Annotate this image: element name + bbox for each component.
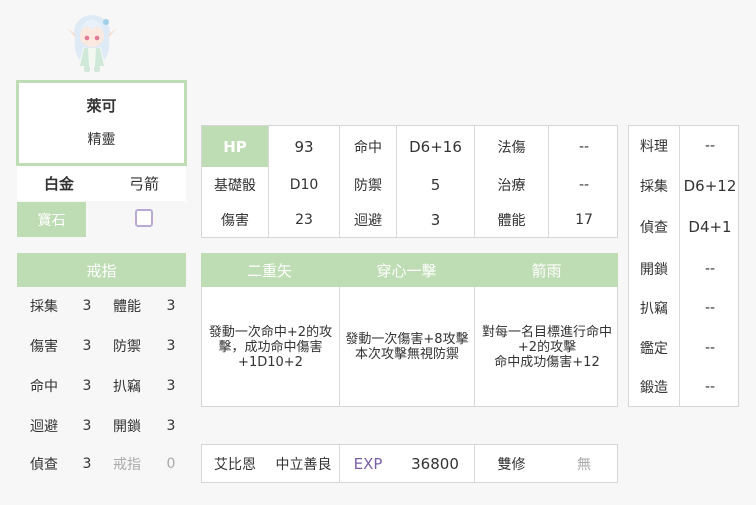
chibi-elf-avatar-icon: [67, 15, 117, 72]
stat-label: 命中: [354, 139, 382, 156]
ring-stat-label: 防禦: [113, 339, 141, 355]
skill-name[interactable]: 穿心一擊: [339, 253, 474, 287]
ring-stat-label: 開鎖: [113, 419, 141, 435]
ring-stat-value: 3: [82, 338, 92, 354]
dual-value: 無: [577, 456, 591, 473]
stat-value: D6+16: [409, 137, 462, 156]
character-rank: 白金: [43, 175, 74, 193]
stat-value: 17: [575, 212, 593, 228]
side-skill-value: --: [704, 138, 716, 154]
alignment: 中立善良: [275, 456, 332, 473]
side-skill-value: D4+1: [688, 218, 732, 236]
side-skill-label: 扒竊: [640, 301, 668, 317]
ring-stat-label: 戒指: [113, 457, 141, 473]
character-avatar: [62, 10, 122, 76]
name-card: 萊可 精靈: [16, 80, 187, 166]
ring-stat-value: 3: [82, 298, 92, 314]
side-skill-label: 鍛造: [640, 380, 668, 396]
character-weapon: 弓箭: [128, 175, 159, 193]
stat-value: --: [578, 177, 590, 193]
stat-label: 體能: [497, 213, 526, 229]
side-skill-value: --: [704, 261, 716, 277]
ring-stat-label: 扒竊: [113, 379, 141, 395]
ring-stats: 採集 3 體能 3 傷害 3 防禦 3 命中 3 扒竊 3 迴避 3 開鎖 3 …: [17, 287, 186, 487]
side-skill-value: --: [704, 300, 716, 316]
stat-label: 迴避: [354, 213, 382, 229]
skills-header: 二重矢 穿心一擊 箭雨: [201, 253, 618, 287]
side-skill-label: 採集: [640, 179, 668, 195]
ring-stat-label: 採集: [30, 299, 58, 315]
character-race: 精靈: [87, 132, 116, 148]
skill-description: 發動一次傷害+8攻擊 本次攻擊無視防禦: [345, 332, 469, 362]
side-skill-value: --: [704, 340, 716, 356]
ring-stat-value: 3: [166, 418, 176, 434]
ring-header: 戒指: [17, 253, 186, 287]
side-skill-label: 鑑定: [640, 341, 668, 357]
deity: 艾比恩: [214, 456, 256, 473]
skill-name[interactable]: 二重矢: [201, 253, 338, 287]
gem-label: 寶石: [17, 202, 86, 237]
stat-value: 5: [430, 176, 441, 194]
ring-stat-label: 偵查: [30, 457, 58, 473]
ring-stat-value: 3: [82, 456, 92, 472]
rank-weapon-row: 白金 弓箭: [17, 166, 186, 201]
ring-stat-value: 3: [166, 378, 176, 394]
side-skill-label: 料理: [640, 139, 668, 155]
stat-label: 基礎骰: [214, 178, 256, 194]
ring-stat-label: 迴避: [30, 419, 58, 435]
stat-value: --: [578, 138, 590, 155]
stat-label: 傷害: [221, 213, 249, 229]
character-name: 萊可: [86, 97, 117, 115]
exp-label: EXP: [353, 454, 383, 473]
stat-value: 3: [430, 211, 441, 229]
side-skills-table: 料理 -- 採集 D6+12 偵查 D4+1 開鎖 -- 扒竊 -- 鑑定 --…: [628, 125, 739, 407]
side-skill-label: 偵查: [640, 220, 668, 236]
gem-checkbox[interactable]: [135, 209, 153, 227]
dual-label: 雙修: [497, 456, 526, 473]
ring-stat-value: 3: [82, 418, 92, 434]
skill-name[interactable]: 箭雨: [475, 253, 618, 287]
skill-description: 對每一名目標進行命中+2的攻擊 命中成功傷害+12: [481, 324, 612, 370]
stat-value: 23: [295, 212, 313, 228]
ring-stat-value: 3: [82, 378, 92, 394]
ring-stat-value: 0: [166, 456, 176, 472]
skill-description: 發動一次命中+2的攻擊，成功命中傷害+1D10+2: [208, 324, 333, 370]
stat-label-hp: HP: [202, 126, 268, 167]
stats-table: HP 93 命中 D6+16 法傷 -- 基礎骰 D10 防禦 5 治療 -- …: [201, 125, 618, 238]
exp-value: 36800: [411, 454, 459, 473]
stat-value-hp: 93: [294, 137, 314, 156]
stat-label: 法傷: [497, 139, 526, 156]
side-skill-value: --: [704, 379, 716, 395]
ring-stat-label: 命中: [30, 379, 58, 395]
stat-value: D10: [289, 177, 319, 193]
stat-label: 治療: [497, 178, 526, 194]
side-skill-value: D6+12: [683, 177, 737, 195]
ring-stat-label: 體能: [113, 299, 141, 315]
side-skill-label: 開鎖: [640, 262, 668, 278]
ring-stat-value: 3: [166, 338, 176, 354]
stat-label: 防禦: [354, 178, 382, 194]
skills-body: 發動一次命中+2的攻擊，成功命中傷害+1D10+2 發動一次傷害+8攻擊 本次攻…: [201, 287, 618, 407]
ring-stat-label: 傷害: [30, 339, 58, 355]
ring-stat-value: 3: [166, 298, 176, 314]
bottom-info-row: 艾比恩 中立善良 EXP 36800 雙修 無: [201, 444, 618, 483]
